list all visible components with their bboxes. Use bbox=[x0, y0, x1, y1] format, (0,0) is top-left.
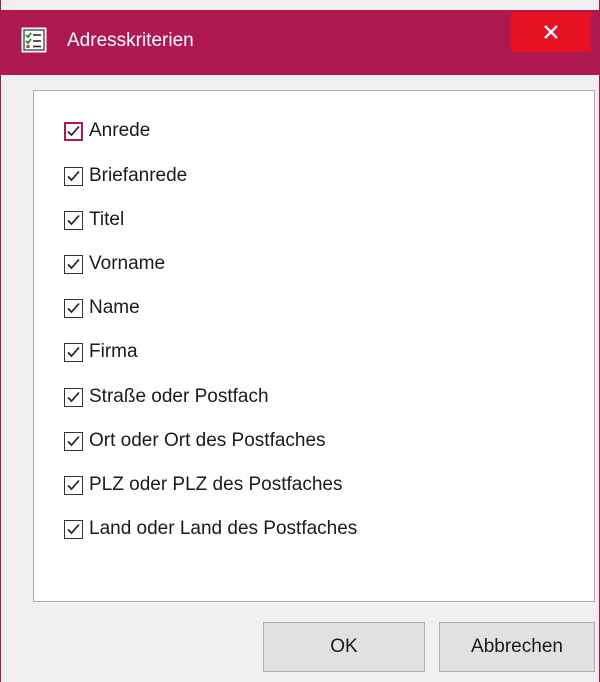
close-button[interactable] bbox=[511, 12, 591, 52]
criteria-item-ort[interactable]: Ort oder Ort des Postfaches bbox=[64, 426, 326, 456]
checkmark-icon bbox=[67, 435, 80, 446]
criteria-item-land[interactable]: Land oder Land des Postfaches bbox=[64, 514, 357, 544]
briefanrede-checkbox[interactable] bbox=[64, 166, 83, 186]
firma-checkbox[interactable] bbox=[64, 342, 83, 362]
criteria-label: PLZ oder PLZ des Postfaches bbox=[89, 474, 343, 495]
checkmark-icon bbox=[67, 170, 80, 181]
checkmark-icon bbox=[67, 258, 80, 269]
ort-checkbox[interactable] bbox=[64, 431, 83, 451]
window-title: Adresskriterien bbox=[67, 30, 194, 51]
cancel-button[interactable]: Abbrechen bbox=[439, 622, 595, 672]
criteria-label: Ort oder Ort des Postfaches bbox=[89, 430, 326, 451]
criteria-label: Briefanrede bbox=[89, 165, 188, 186]
land-checkbox[interactable] bbox=[64, 519, 83, 539]
checkmark-icon bbox=[67, 214, 80, 225]
criteria-item-strasse[interactable]: Straße oder Postfach bbox=[64, 382, 269, 412]
criteria-item-vorname[interactable]: Vorname bbox=[64, 249, 165, 279]
criteria-label: Anrede bbox=[89, 120, 151, 141]
checkmark-icon bbox=[67, 346, 80, 357]
criteria-item-briefanrede[interactable]: Briefanrede bbox=[64, 161, 187, 191]
checkmark-icon bbox=[67, 479, 80, 490]
criteria-item-plz[interactable]: PLZ oder PLZ des Postfaches bbox=[64, 470, 342, 500]
checkmark-icon bbox=[67, 302, 80, 313]
criteria-label: Firma bbox=[89, 341, 138, 362]
strasse-checkbox[interactable] bbox=[64, 387, 83, 407]
criteria-panel: Anrede Briefanrede Titel Vorname Name Fi… bbox=[33, 90, 595, 602]
checkmark-icon bbox=[67, 391, 80, 402]
plz-checkbox[interactable] bbox=[64, 475, 83, 495]
ok-button[interactable]: OK bbox=[263, 622, 425, 672]
vorname-checkbox[interactable] bbox=[64, 254, 83, 274]
criteria-label: Vorname bbox=[89, 253, 166, 274]
checkmark-icon bbox=[67, 125, 80, 136]
criteria-item-name[interactable]: Name bbox=[64, 293, 140, 323]
criteria-item-titel[interactable]: Titel bbox=[64, 205, 124, 235]
checklist-icon bbox=[21, 27, 47, 53]
close-icon bbox=[542, 23, 560, 41]
anrede-checkbox[interactable] bbox=[64, 121, 83, 141]
name-checkbox[interactable] bbox=[64, 298, 83, 318]
dialog-window: Adresskriterien Anrede Briefanrede Titel… bbox=[0, 0, 600, 682]
criteria-label: Titel bbox=[89, 209, 125, 230]
checkmark-icon bbox=[67, 523, 80, 534]
criteria-item-firma[interactable]: Firma bbox=[64, 337, 138, 367]
criteria-item-anrede[interactable]: Anrede bbox=[64, 116, 150, 146]
criteria-label: Straße oder Postfach bbox=[89, 386, 269, 407]
criteria-label: Land oder Land des Postfaches bbox=[89, 518, 358, 539]
titel-checkbox[interactable] bbox=[64, 210, 83, 230]
title-bar[interactable]: Adresskriterien bbox=[1, 10, 599, 75]
criteria-label: Name bbox=[89, 297, 140, 318]
